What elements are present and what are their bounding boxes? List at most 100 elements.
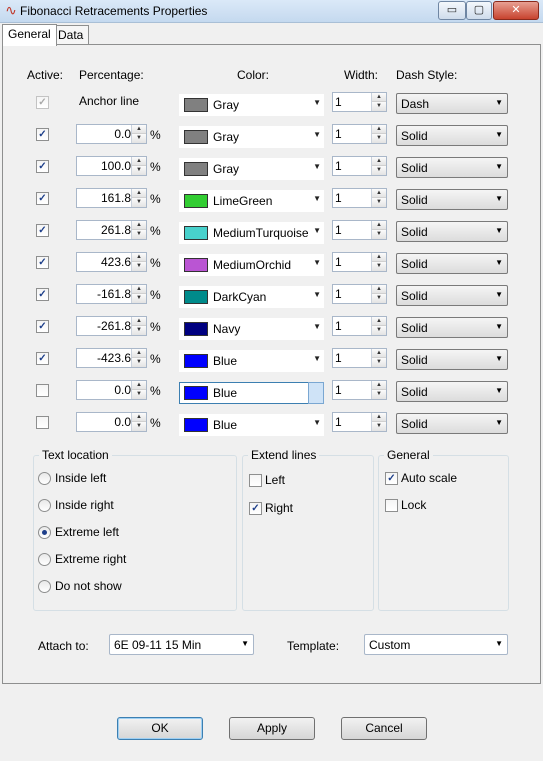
step-up-icon[interactable]: ▲ [132, 189, 146, 198]
step-down-icon[interactable]: ▼ [132, 262, 146, 271]
width-value[interactable]: 1 [335, 319, 371, 333]
step-down-icon[interactable]: ▼ [372, 326, 386, 335]
step-down-icon[interactable]: ▼ [132, 230, 146, 239]
color-dropdown[interactable]: MediumTurquoise ▼ [179, 222, 324, 244]
dash-style-select[interactable]: Solid ▼ [396, 221, 508, 242]
dash-style-select[interactable]: Dash ▼ [396, 93, 508, 114]
percentage-stepper[interactable]: 0.0 ▲ ▼ [76, 412, 147, 432]
level-active-checkbox[interactable] [36, 128, 49, 141]
width-stepper[interactable]: 1 ▲ ▼ [332, 412, 387, 432]
step-up-icon[interactable]: ▲ [132, 221, 146, 230]
width-value[interactable]: 1 [335, 415, 371, 429]
step-down-icon[interactable]: ▼ [372, 422, 386, 431]
width-stepper[interactable]: 1 ▲ ▼ [332, 252, 387, 272]
step-down-icon[interactable]: ▼ [132, 294, 146, 303]
step-down-icon[interactable]: ▼ [372, 134, 386, 143]
auto-scale-checkbox[interactable] [385, 472, 398, 485]
width-value[interactable]: 1 [335, 127, 371, 141]
step-up-icon[interactable]: ▲ [372, 125, 386, 134]
level-active-checkbox[interactable] [36, 320, 49, 333]
step-down-icon[interactable]: ▼ [132, 166, 146, 175]
percentage-stepper[interactable]: -423.6 ▲ ▼ [76, 348, 147, 368]
text-location-radio[interactable] [38, 580, 51, 593]
close-button[interactable]: ✕ [493, 1, 539, 20]
level-active-checkbox[interactable] [36, 352, 49, 365]
step-up-icon[interactable]: ▲ [372, 317, 386, 326]
width-value[interactable]: 1 [335, 287, 371, 301]
width-stepper[interactable]: 1 ▲ ▼ [332, 156, 387, 176]
color-dropdown[interactable]: Gray ▼ [179, 126, 324, 148]
step-up-icon[interactable]: ▲ [372, 189, 386, 198]
step-up-icon[interactable]: ▲ [372, 413, 386, 422]
width-value[interactable]: 1 [335, 255, 371, 269]
percentage-value[interactable]: -423.6 [79, 351, 131, 365]
tab-general[interactable]: General [2, 24, 57, 46]
step-down-icon[interactable]: ▼ [132, 358, 146, 367]
step-down-icon[interactable]: ▼ [372, 198, 386, 207]
step-up-icon[interactable]: ▲ [132, 349, 146, 358]
dash-style-select[interactable]: Solid ▼ [396, 413, 508, 434]
percentage-value[interactable]: 100.0 [79, 159, 131, 173]
step-down-icon[interactable]: ▼ [132, 390, 146, 399]
step-down-icon[interactable]: ▼ [372, 166, 386, 175]
percentage-stepper[interactable]: 423.6 ▲ ▼ [76, 252, 147, 272]
extend-right-checkbox[interactable] [249, 502, 262, 515]
step-up-icon[interactable]: ▲ [372, 221, 386, 230]
width-stepper[interactable]: 1 ▲ ▼ [332, 220, 387, 240]
percentage-value[interactable]: 0.0 [79, 127, 131, 141]
level-active-checkbox[interactable] [36, 160, 49, 173]
step-down-icon[interactable]: ▼ [132, 326, 146, 335]
color-dropdown[interactable]: DarkCyan ▼ [179, 286, 324, 308]
level-active-checkbox[interactable] [36, 192, 49, 205]
width-stepper[interactable]: 1 ▲ ▼ [332, 92, 387, 112]
dash-style-select[interactable]: Solid ▼ [396, 381, 508, 402]
dash-style-select[interactable]: Solid ▼ [396, 285, 508, 306]
percentage-stepper[interactable]: 100.0 ▲ ▼ [76, 156, 147, 176]
restore-button[interactable]: ▢ [466, 1, 492, 20]
ok-button[interactable]: OK [117, 717, 203, 740]
dropdown-button[interactable] [308, 382, 324, 404]
step-up-icon[interactable]: ▲ [132, 285, 146, 294]
lock-checkbox[interactable] [385, 499, 398, 512]
color-dropdown[interactable]: LimeGreen ▼ [179, 190, 324, 212]
step-down-icon[interactable]: ▼ [132, 134, 146, 143]
color-dropdown[interactable]: Blue ▼ [179, 414, 324, 436]
width-value[interactable]: 1 [335, 191, 371, 205]
step-down-icon[interactable]: ▼ [372, 358, 386, 367]
step-up-icon[interactable]: ▲ [132, 125, 146, 134]
step-up-icon[interactable]: ▲ [132, 317, 146, 326]
color-dropdown[interactable]: Navy ▼ [179, 318, 324, 340]
step-up-icon[interactable]: ▲ [372, 285, 386, 294]
step-up-icon[interactable]: ▲ [132, 157, 146, 166]
color-dropdown[interactable]: Blue ▼ [179, 350, 324, 372]
extend-left-checkbox[interactable] [249, 474, 262, 487]
width-stepper[interactable]: 1 ▲ ▼ [332, 348, 387, 368]
color-dropdown[interactable]: MediumOrchid ▼ [179, 254, 324, 276]
step-up-icon[interactable]: ▲ [372, 253, 386, 262]
dash-style-select[interactable]: Solid ▼ [396, 317, 508, 338]
step-down-icon[interactable]: ▼ [372, 294, 386, 303]
text-location-radio[interactable] [38, 472, 51, 485]
color-dropdown[interactable]: Gray ▼ [179, 158, 324, 180]
dash-style-select[interactable]: Solid ▼ [396, 125, 508, 146]
template-select[interactable]: Custom ▼ [364, 634, 508, 655]
percentage-value[interactable]: 261.8 [79, 223, 131, 237]
text-location-radio[interactable] [38, 553, 51, 566]
percentage-stepper[interactable]: 0.0 ▲ ▼ [76, 124, 147, 144]
tab-data[interactable]: Data [52, 25, 90, 45]
level-active-checkbox[interactable] [36, 256, 49, 269]
step-up-icon[interactable]: ▲ [372, 349, 386, 358]
text-location-radio[interactable] [38, 526, 51, 539]
level-active-checkbox[interactable] [36, 224, 49, 237]
dash-style-select[interactable]: Solid ▼ [396, 349, 508, 370]
width-value[interactable]: 1 [335, 223, 371, 237]
percentage-value[interactable]: 423.6 [79, 255, 131, 269]
attach-to-select[interactable]: 6E 09-11 15 Min ▼ [109, 634, 254, 655]
minimize-button[interactable]: ▭ [438, 1, 466, 20]
step-down-icon[interactable]: ▼ [132, 198, 146, 207]
width-value[interactable]: 1 [335, 95, 371, 109]
cancel-button[interactable]: Cancel [341, 717, 427, 740]
text-location-radio[interactable] [38, 499, 51, 512]
step-up-icon[interactable]: ▲ [132, 253, 146, 262]
step-down-icon[interactable]: ▼ [372, 230, 386, 239]
